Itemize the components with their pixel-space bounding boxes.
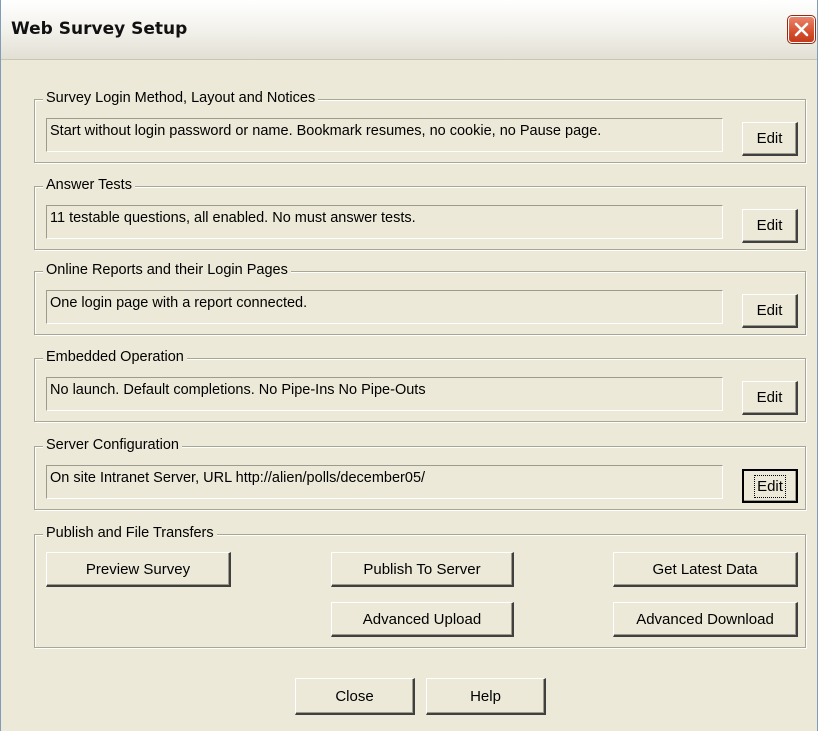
- button-label: Help: [470, 687, 501, 705]
- button-label: Edit: [756, 217, 783, 234]
- online-reports-summary: One login page with a report connected.: [46, 290, 723, 324]
- button-label: Edit: [756, 302, 783, 319]
- group-legend: Server Configuration: [43, 437, 182, 453]
- edit-server-configuration-button[interactable]: Edit: [742, 469, 798, 503]
- login-method-summary: Start without login password or name. Bo…: [46, 118, 723, 152]
- button-label: Get Latest Data: [652, 560, 758, 578]
- window-title: Web Survey Setup: [11, 19, 188, 39]
- button-label: Edit: [756, 130, 783, 147]
- button-label: Publish To Server: [363, 560, 481, 578]
- embedded-operation-summary: No launch. Default completions. No Pipe-…: [46, 377, 723, 411]
- get-latest-data-button[interactable]: Get Latest Data: [613, 552, 798, 587]
- group-online-reports: Online Reports and their Login Pages One…: [34, 262, 806, 335]
- advanced-download-button[interactable]: Advanced Download: [613, 602, 798, 637]
- group-publish-transfers: Publish and File Transfers Preview Surve…: [34, 525, 806, 648]
- group-legend: Publish and File Transfers: [43, 525, 217, 541]
- close-x-icon: [794, 22, 809, 37]
- group-login-method: Survey Login Method, Layout and Notices …: [34, 90, 806, 163]
- edit-answer-tests-button[interactable]: Edit: [742, 209, 798, 243]
- preview-survey-button[interactable]: Preview Survey: [46, 552, 231, 587]
- close-window-button[interactable]: [787, 15, 816, 44]
- publish-to-server-button[interactable]: Publish To Server: [331, 552, 514, 587]
- button-label: Close: [335, 687, 374, 705]
- help-button[interactable]: Help: [426, 678, 546, 715]
- group-legend: Online Reports and their Login Pages: [43, 262, 291, 278]
- web-survey-setup-dialog: Web Survey Setup Survey Login Method, La…: [0, 0, 818, 731]
- edit-login-method-button[interactable]: Edit: [742, 122, 798, 156]
- close-button[interactable]: Close: [295, 678, 415, 715]
- group-server-configuration: Server Configuration On site Intranet Se…: [34, 437, 806, 510]
- group-answer-tests: Answer Tests 11 testable questions, all …: [34, 177, 806, 250]
- button-label: Advanced Upload: [362, 610, 482, 628]
- button-label: Edit: [754, 474, 786, 498]
- group-embedded-operation: Embedded Operation No launch. Default co…: [34, 349, 806, 422]
- answer-tests-summary: 11 testable questions, all enabled. No m…: [46, 205, 723, 239]
- group-legend: Answer Tests: [43, 177, 135, 193]
- edit-embedded-operation-button[interactable]: Edit: [742, 381, 798, 415]
- server-configuration-summary: On site Intranet Server, URL http://alie…: [46, 465, 723, 499]
- group-legend: Survey Login Method, Layout and Notices: [43, 90, 319, 106]
- title-bar[interactable]: Web Survey Setup: [1, 0, 817, 60]
- advanced-upload-button[interactable]: Advanced Upload: [331, 602, 514, 637]
- group-legend: Embedded Operation: [43, 349, 187, 365]
- button-label: Preview Survey: [85, 560, 191, 578]
- button-label: Edit: [756, 389, 783, 406]
- button-label: Advanced Download: [636, 610, 774, 628]
- edit-online-reports-button[interactable]: Edit: [742, 294, 798, 328]
